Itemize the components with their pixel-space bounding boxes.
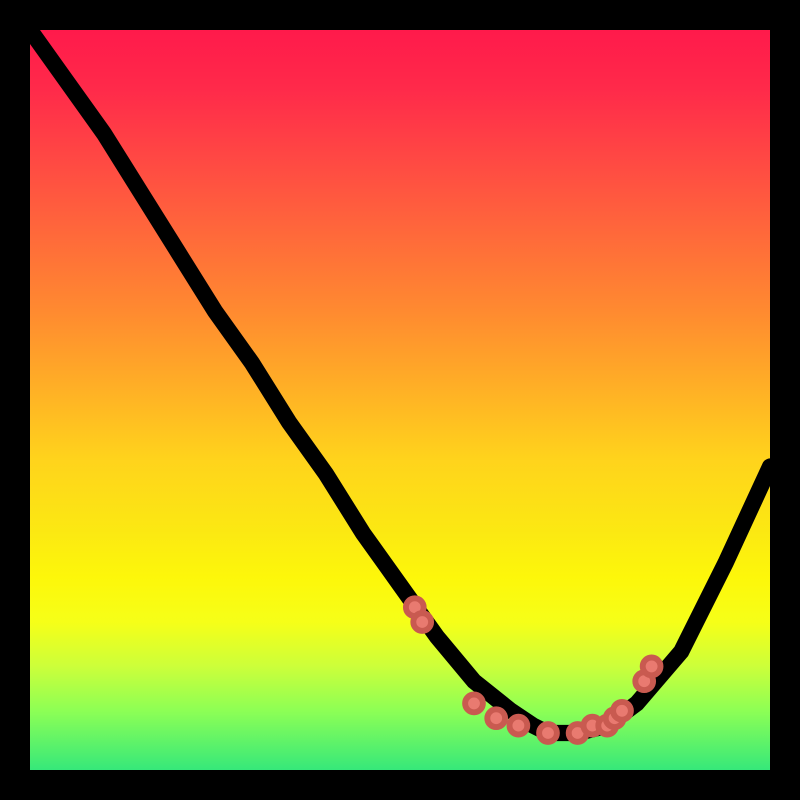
curve-svg bbox=[30, 30, 770, 770]
highlight-dot bbox=[539, 724, 557, 742]
highlight-dot bbox=[487, 709, 505, 727]
frame-top bbox=[0, 0, 800, 30]
bottleneck-curve bbox=[30, 30, 770, 733]
frame-right bbox=[770, 0, 800, 800]
highlight-dot bbox=[613, 702, 631, 720]
plot-area bbox=[30, 30, 770, 770]
highlight-dot bbox=[465, 695, 483, 713]
highlight-dot bbox=[643, 658, 661, 676]
highlight-dot bbox=[413, 613, 431, 631]
highlight-dot bbox=[510, 717, 528, 735]
frame-left bbox=[0, 0, 30, 800]
frame-bottom bbox=[0, 770, 800, 800]
